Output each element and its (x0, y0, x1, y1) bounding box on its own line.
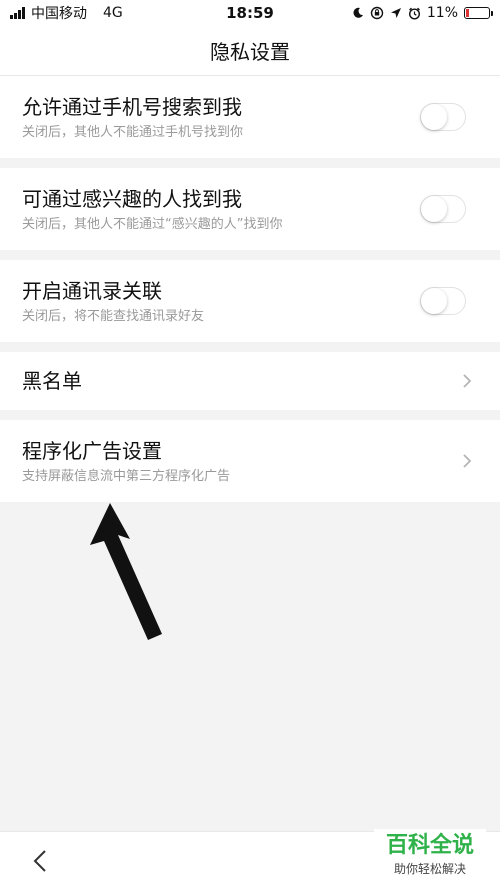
toggle-knob (421, 196, 447, 222)
setting-title: 可通过感兴趣的人找到我 (22, 187, 242, 211)
contacts-link-toggle[interactable] (420, 287, 466, 315)
section-gap (0, 342, 500, 352)
setting-subtitle: 关闭后，其他人不能通过手机号找到你 (22, 125, 244, 140)
chevron-right-icon (463, 454, 472, 468)
watermark: 百科全说 助你轻松解决 (374, 829, 486, 885)
nav-header: 隐私设置 (0, 26, 500, 76)
chevron-right-icon (463, 374, 472, 388)
arrow-annotation-icon (90, 503, 162, 640)
setting-row-interest-search[interactable]: 可通过感兴趣的人找到我 关闭后，其他人不能通过“感兴趣的人”找到你 (0, 168, 500, 250)
setting-row-programmatic-ads[interactable]: 程序化广告设置 支持屏蔽信息流中第三方程序化广告 (0, 420, 500, 502)
battery-icon (464, 7, 493, 19)
setting-subtitle: 支持屏蔽信息流中第三方程序化广告 (22, 469, 231, 484)
setting-title: 允许通过手机号搜索到我 (22, 95, 242, 119)
interest-search-toggle[interactable] (420, 195, 466, 223)
section-gap (0, 250, 500, 260)
phone-search-toggle[interactable] (420, 103, 466, 131)
section-gap (0, 158, 500, 168)
toggle-knob (421, 288, 447, 314)
section-gap (0, 410, 500, 420)
status-bar: 中国移动 4G 18:59 11% (0, 0, 500, 26)
setting-title: 开启通讯录关联 (22, 279, 162, 303)
settings-list: 允许通过手机号搜索到我 关闭后，其他人不能通过手机号找到你 可通过感兴趣的人找到… (0, 76, 500, 502)
setting-title: 黑名单 (22, 369, 82, 393)
watermark-title: 百科全说 (385, 833, 474, 858)
back-icon[interactable] (32, 849, 48, 873)
setting-subtitle: 关闭后，将不能查找通讯录好友 (22, 309, 205, 324)
watermark-subtitle: 助你轻松解决 (393, 862, 466, 876)
page-title: 隐私设置 (210, 40, 290, 64)
setting-row-contacts-link[interactable]: 开启通讯录关联 关闭后，将不能查找通讯录好友 (0, 260, 500, 342)
status-time: 18:59 (226, 4, 274, 22)
setting-title: 程序化广告设置 (22, 439, 162, 463)
setting-row-blacklist[interactable]: 黑名单 (0, 352, 500, 410)
setting-row-phone-search[interactable]: 允许通过手机号搜索到我 关闭后，其他人不能通过手机号找到你 (0, 76, 500, 158)
toggle-knob (421, 104, 447, 130)
setting-subtitle: 关闭后，其他人不能通过“感兴趣的人”找到你 (22, 217, 283, 232)
